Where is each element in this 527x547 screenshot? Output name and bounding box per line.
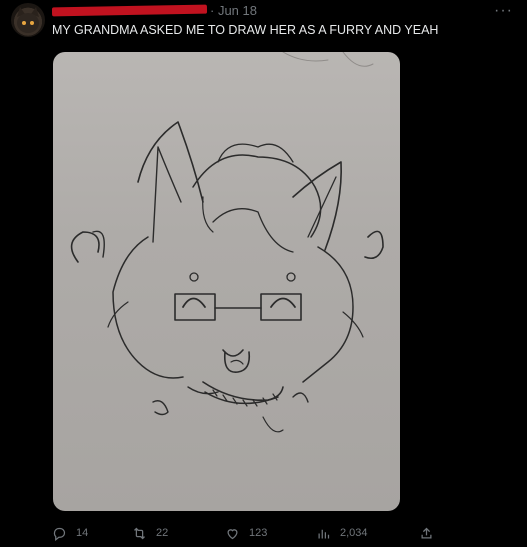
reply-button[interactable]: 14 — [52, 524, 88, 542]
repost-count: 22 — [156, 527, 169, 539]
reply-count: 14 — [76, 527, 89, 539]
share-icon — [421, 527, 432, 538]
like-icon — [227, 528, 238, 539]
views-count: 2,034 — [340, 527, 368, 539]
tweet: · Jun 18 ··· MY GRANDMA ASKED ME TO DRAW… — [0, 0, 527, 547]
tweet-text: MY GRANDMA ASKED ME TO DRAW HER AS A FUR… — [52, 23, 439, 37]
like-button[interactable]: 123 — [225, 524, 267, 542]
share-button[interactable] — [419, 524, 443, 542]
sketch-drawing — [70, 52, 384, 433]
redacted-username — [51, 4, 208, 17]
views-icon — [318, 529, 330, 538]
like-count: 123 — [249, 527, 268, 539]
more-options-icon[interactable]: ··· — [494, 2, 513, 20]
repost-icon — [134, 527, 145, 539]
views-button[interactable]: 2,034 — [316, 524, 368, 542]
tweet-actions: 14 22 123 2,034 — [52, 524, 522, 542]
avatar[interactable] — [11, 3, 45, 37]
tweet-image[interactable] — [53, 52, 400, 511]
reply-icon — [53, 527, 66, 541]
tweet-date[interactable]: · Jun 18 — [210, 3, 257, 19]
repost-button[interactable]: 22 — [132, 524, 168, 542]
avatar-image — [17, 7, 39, 33]
